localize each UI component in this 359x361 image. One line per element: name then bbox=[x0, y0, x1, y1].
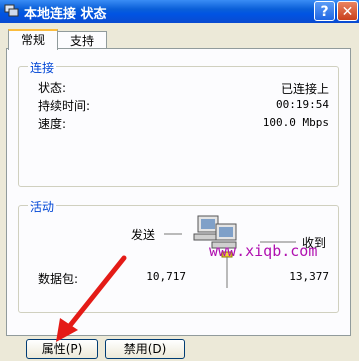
watermark-text: www.xiqb.com bbox=[209, 242, 318, 260]
help-button[interactable]: ? bbox=[314, 1, 335, 21]
duration-label: 持续时间: bbox=[38, 99, 91, 113]
received-packets-value: 13,377 bbox=[289, 270, 329, 283]
network-connection-icon bbox=[4, 4, 19, 17]
status-label: 状态: bbox=[38, 81, 67, 95]
window-title: 本地连接 状态 bbox=[24, 7, 107, 22]
activity-legend: 活动 bbox=[28, 198, 57, 215]
connection-legend: 连接 bbox=[28, 59, 57, 76]
tab-general[interactable]: 常规 bbox=[8, 29, 58, 50]
speed-label: 速度: bbox=[38, 117, 67, 131]
status-value: 已连接上 bbox=[280, 82, 329, 96]
close-button[interactable]: ✕ bbox=[337, 1, 358, 21]
speed-value: 100.0 Mbps bbox=[262, 116, 329, 129]
sent-packets-value: 10,717 bbox=[146, 270, 186, 283]
sent-label: 发送 bbox=[131, 228, 156, 242]
title-bar: 本地连接 状态 ? ✕ bbox=[0, 0, 359, 23]
duration-value: 00:19:54 bbox=[276, 98, 329, 111]
annotation-arrow bbox=[56, 255, 127, 342]
